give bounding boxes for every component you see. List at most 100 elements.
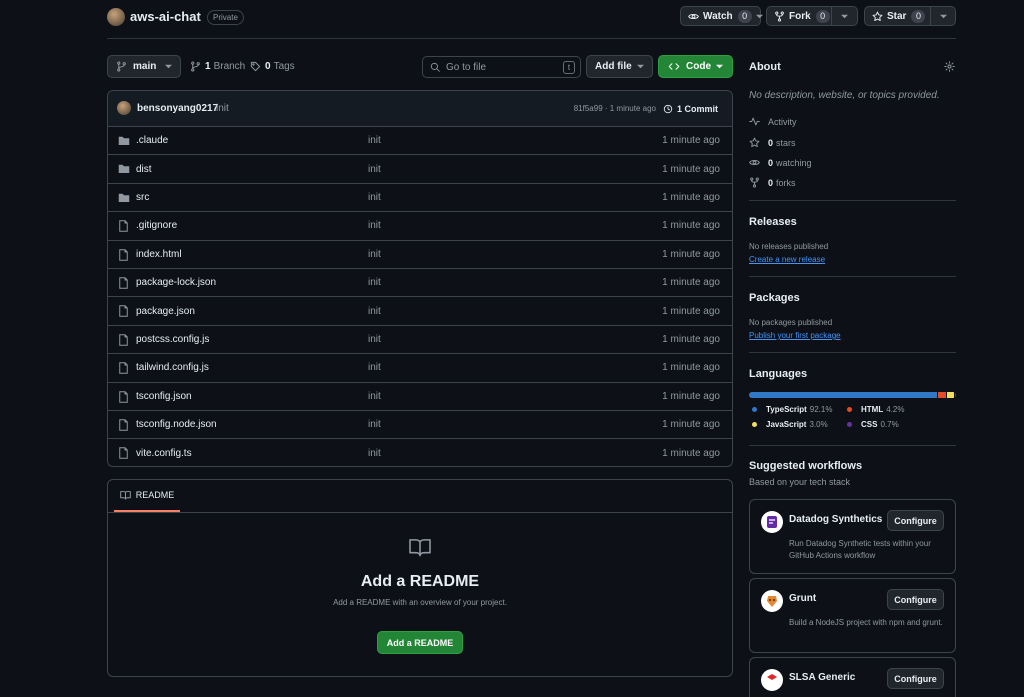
file-name[interactable]: tsconfig.json	[136, 391, 192, 402]
star-button[interactable]: Star 0	[864, 6, 931, 26]
file-name[interactable]: tsconfig.node.json	[136, 419, 217, 430]
table-row[interactable]: tsconfig.json init 1 minute ago	[108, 383, 732, 411]
language-item[interactable]: TypeScript 92.1%	[752, 405, 832, 414]
commit-message[interactable]: init	[368, 448, 381, 459]
repo-name[interactable]: aws-ai-chat	[130, 9, 201, 24]
commit-time: 1 minute ago	[662, 362, 720, 374]
commit-hash-time[interactable]: 81f5a99 · 1 minute ago	[574, 104, 656, 113]
table-row[interactable]: index.html init 1 minute ago	[108, 241, 732, 269]
add-file-button[interactable]: Add file	[586, 55, 653, 78]
configure-button[interactable]: Configure	[887, 510, 944, 531]
workflow-description: Build a NodeJS project with npm and grun…	[789, 618, 943, 627]
readme-title: Add a README	[360, 573, 480, 590]
table-row[interactable]: package-lock.json init 1 minute ago	[108, 269, 732, 298]
sidebar-divider	[749, 445, 956, 446]
readme-panel: README Add a README Add a README with an…	[107, 479, 733, 677]
create-release-link[interactable]: Create a new release	[749, 255, 825, 264]
code-label: Code	[686, 61, 711, 72]
stars-link[interactable]: 0 stars	[749, 137, 796, 148]
publish-package-link[interactable]: Publish your first package	[749, 331, 841, 340]
table-row[interactable]: tailwind.config.js init 1 minute ago	[108, 354, 732, 383]
search-icon	[430, 62, 440, 72]
commit-time: 1 minute ago	[662, 419, 720, 431]
workflows-title: Suggested workflows	[749, 460, 863, 472]
repo-avatar[interactable]	[107, 8, 125, 26]
readme-tab[interactable]: README	[114, 480, 180, 512]
go-to-file-search[interactable]: Go to file t	[422, 56, 581, 78]
commit-time: 1 minute ago	[662, 333, 720, 345]
branch-selector[interactable]: main	[107, 55, 181, 78]
file-name[interactable]: .claude	[136, 135, 168, 146]
chevron-down-icon	[755, 13, 763, 20]
gear-icon[interactable]	[944, 61, 955, 72]
table-row[interactable]: tsconfig.node.json init 1 minute ago	[108, 411, 732, 440]
watching-link[interactable]: 0 watching	[749, 157, 812, 168]
table-row[interactable]: .claude init 1 minute ago	[108, 127, 732, 156]
activity-link[interactable]: Activity	[749, 116, 797, 127]
commit-message[interactable]: init	[368, 419, 381, 430]
code-button[interactable]: Code	[658, 55, 733, 78]
workflow-card: Grunt Configure Build a NodeJS project w…	[749, 578, 956, 653]
file-name[interactable]: postcss.config.js	[136, 334, 209, 345]
table-row[interactable]: vite.config.ts init 1 minute ago	[108, 439, 732, 466]
commit-message[interactable]: init	[368, 220, 381, 231]
language-bar	[749, 392, 956, 398]
file-rows: .claude init 1 minute ago dist init 1 minute …	[108, 127, 732, 466]
file-name[interactable]: package.json	[136, 306, 195, 317]
commit-author[interactable]: bensonyang0217	[137, 103, 218, 114]
releases-title[interactable]: Releases	[749, 216, 797, 228]
star-dropdown-button[interactable]	[930, 6, 956, 26]
watch-button[interactable]: Watch 0	[680, 6, 763, 26]
author-avatar[interactable]	[117, 101, 131, 115]
commit-time: 1 minute ago	[662, 248, 720, 260]
commit-time: 1 minute ago	[662, 305, 720, 317]
commit-message[interactable]: init	[368, 249, 381, 260]
file-name[interactable]: index.html	[136, 249, 182, 260]
star-icon	[872, 11, 883, 22]
file-name[interactable]: tailwind.config.js	[136, 362, 209, 373]
language-bar-segment	[937, 392, 947, 398]
packages-title[interactable]: Packages	[749, 292, 800, 304]
about-description: No description, website, or topics provi…	[749, 90, 940, 101]
commit-message[interactable]: init	[368, 362, 381, 373]
commit-message[interactable]: init	[368, 192, 381, 203]
commit-message[interactable]: init	[368, 164, 381, 175]
commit-message[interactable]: init	[368, 391, 381, 402]
add-readme-button[interactable]: Add a README	[377, 631, 463, 654]
file-name[interactable]: vite.config.ts	[136, 448, 192, 459]
branches-link[interactable]: 1 Branch	[190, 61, 245, 72]
fork-button[interactable]: Fork 0	[766, 6, 832, 26]
file-name[interactable]: .gitignore	[136, 220, 177, 231]
commit-message[interactable]: init	[368, 277, 381, 288]
language-dot-icon	[752, 422, 757, 427]
commit-message[interactable]: init	[368, 306, 381, 317]
file-name[interactable]: package-lock.json	[136, 277, 216, 288]
language-item[interactable]: JavaScript 3.0%	[752, 420, 828, 429]
commits-link[interactable]: 1 Commit	[663, 104, 718, 114]
forks-label: forks	[776, 177, 796, 188]
table-row[interactable]: package.json init 1 minute ago	[108, 297, 732, 326]
language-percent: 92.1%	[809, 405, 833, 414]
language-item[interactable]: CSS 0.7%	[847, 420, 899, 429]
file-name[interactable]: src	[136, 192, 149, 203]
commit-message[interactable]: init	[368, 135, 381, 146]
tags-link[interactable]: 0 Tags	[250, 61, 295, 72]
file-name[interactable]: dist	[136, 164, 152, 175]
language-item[interactable]: HTML 4.2%	[847, 405, 904, 414]
search-input[interactable]: Go to file	[446, 62, 486, 73]
file-icon	[118, 248, 129, 261]
commit-message[interactable]: init	[216, 103, 229, 114]
file-icon	[118, 419, 129, 431]
language-name: JavaScript	[766, 420, 807, 429]
commit-time: 1 minute ago	[662, 390, 720, 402]
commit-time: 1 minute ago	[662, 135, 720, 147]
table-row[interactable]: dist init 1 minute ago	[108, 155, 732, 184]
configure-button[interactable]: Configure	[887, 589, 944, 610]
file-icon	[118, 333, 129, 346]
table-row[interactable]: src init 1 minute ago	[108, 184, 732, 213]
table-row[interactable]: .gitignore init 1 minute ago	[108, 212, 732, 241]
fork-dropdown-button[interactable]	[831, 6, 858, 26]
table-row[interactable]: postcss.config.js init 1 minute ago	[108, 326, 732, 355]
forks-link[interactable]: 0 forks	[749, 177, 796, 188]
commit-message[interactable]: init	[368, 334, 381, 345]
